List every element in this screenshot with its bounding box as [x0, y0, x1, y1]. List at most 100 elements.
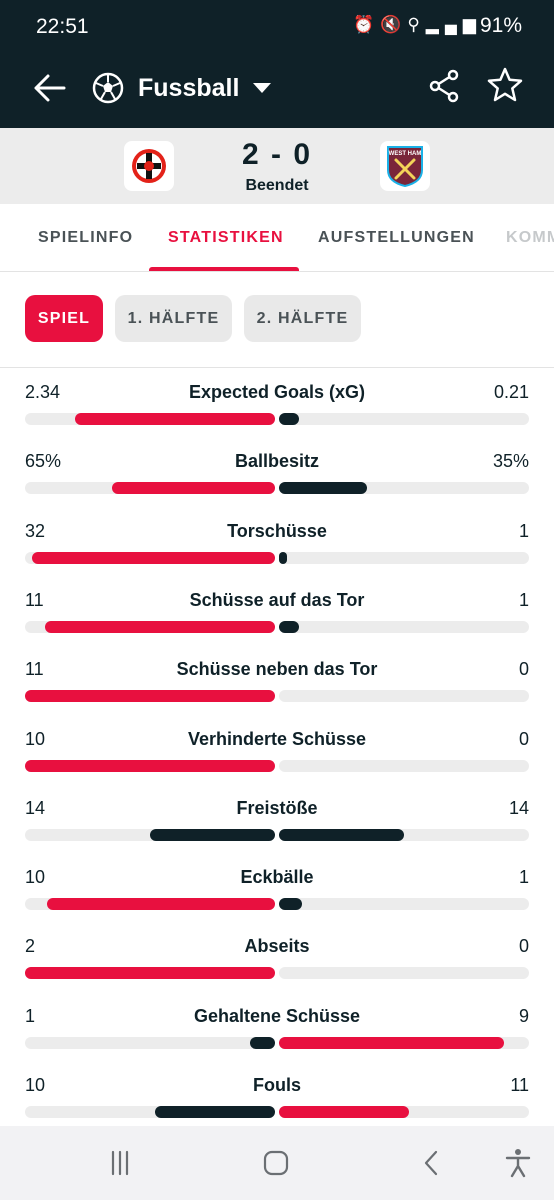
- stat-away-value: 35%: [492, 451, 529, 471]
- stat-away-value: 14: [508, 798, 529, 818]
- away-team-crest[interactable]: WEST HAM: [380, 141, 430, 191]
- stat-away-bar: [279, 1037, 504, 1049]
- stat-row: 65% Ballbesitz 35%: [0, 437, 554, 506]
- stat-away-bar: [279, 621, 299, 633]
- stat-home-track: [25, 760, 275, 772]
- stat-away-track: [279, 760, 529, 772]
- stat-home-bar: [45, 621, 275, 633]
- stat-away-bar: [279, 413, 299, 425]
- home-icon: [263, 1150, 289, 1176]
- stat-away-track: [279, 1037, 529, 1049]
- stat-away-track: [279, 482, 529, 494]
- status-bar: 22:51 ⏰🔇⚲▂▄▆ 91%: [0, 0, 554, 56]
- stat-away-value: 1: [518, 867, 529, 887]
- back-arrow-icon: [34, 74, 66, 102]
- stat-home-track: [25, 690, 275, 702]
- tab-bar: SPIELINFO STATISTIKEN AUFSTELLUNGEN KOMM: [0, 204, 554, 272]
- sport-selector[interactable]: Fussball: [92, 66, 272, 110]
- stat-away-bar: [279, 1106, 409, 1118]
- system-back-button[interactable]: [412, 1143, 452, 1183]
- stat-row: 32 Torschüsse 1: [0, 507, 554, 576]
- stat-row: 10 Eckbälle 1: [0, 853, 554, 922]
- stat-home-track: [25, 1037, 275, 1049]
- stat-row: 11 Schüsse neben das Tor 0: [0, 645, 554, 714]
- tab-kommentar[interactable]: KOMM: [506, 229, 554, 247]
- stat-home-bar: [75, 413, 275, 425]
- stat-home-bar: [112, 482, 275, 494]
- stat-away-track: [279, 690, 529, 702]
- stat-home-track: [25, 1106, 275, 1118]
- stat-row: 10 Verhinderte Schüsse 0: [0, 715, 554, 784]
- stat-home-track: [25, 482, 275, 494]
- recent-apps-button[interactable]: [100, 1143, 140, 1183]
- stat-away-bar: [279, 898, 302, 910]
- favorite-button[interactable]: [486, 66, 524, 104]
- stat-home-track: [25, 552, 275, 564]
- stat-home-bar: [25, 690, 275, 702]
- signal-icon: ▂▄▆: [425, 15, 482, 34]
- stat-away-bar: [279, 482, 367, 494]
- stat-home-bar: [25, 967, 275, 979]
- stat-home-bar: [25, 760, 275, 772]
- stat-home-track: [25, 413, 275, 425]
- mute-icon: 🔇: [380, 15, 408, 34]
- stat-label: Freistöße: [236, 798, 318, 818]
- stat-label: Eckbälle: [240, 867, 314, 887]
- stat-home-track: [25, 621, 275, 633]
- stat-away-bar: [279, 829, 404, 841]
- tab-aufstellungen[interactable]: AUFSTELLUNGEN: [318, 229, 475, 247]
- back-icon: [424, 1150, 438, 1176]
- stat-home-bar: [250, 1037, 275, 1049]
- stat-away-value: 0.21: [493, 382, 529, 402]
- stat-away-track: [279, 829, 529, 841]
- stat-row: 1 Gehaltene Schüsse 9: [0, 992, 554, 1061]
- back-button[interactable]: [30, 68, 70, 108]
- accessibility-button[interactable]: [498, 1143, 538, 1183]
- status-time: 22:51: [36, 15, 89, 38]
- stat-label: Ballbesitz: [234, 451, 320, 471]
- stat-label: Torschüsse: [227, 521, 327, 541]
- west-ham-crest-icon: WEST HAM: [387, 146, 423, 188]
- stat-home-track: [25, 898, 275, 910]
- stat-row: 11 Schüsse auf das Tor 1: [0, 576, 554, 645]
- stat-away-track: [279, 621, 529, 633]
- share-button[interactable]: [426, 68, 462, 104]
- stat-label: Abseits: [244, 936, 310, 956]
- football-icon: [92, 72, 124, 104]
- battery-level: 91%: [479, 14, 522, 37]
- stat-label: Fouls: [253, 1075, 301, 1095]
- chip-zweite-haelfte[interactable]: 2. HÄLFTE: [244, 295, 361, 342]
- stat-away-value: 0: [518, 936, 529, 956]
- share-icon: [429, 69, 459, 103]
- stat-home-track: [25, 829, 275, 841]
- match-score: 2 - 0: [241, 138, 313, 171]
- alarm-icon: ⏰: [353, 15, 381, 34]
- stat-home-track: [25, 967, 275, 979]
- match-header: 2 - 0 Beendet WEST HAM: [0, 128, 554, 204]
- status-icons: ⏰🔇⚲▂▄▆: [353, 15, 482, 35]
- period-filter: SPIEL 1. HÄLFTE 2. HÄLFTE: [0, 272, 554, 368]
- stat-away-value: 1: [518, 521, 529, 541]
- match-status: Beendet: [245, 177, 309, 194]
- star-icon: [487, 67, 523, 102]
- home-button[interactable]: [256, 1143, 296, 1183]
- stat-row: 10 Fouls 11: [0, 1061, 554, 1130]
- chip-spiel[interactable]: SPIEL: [25, 295, 103, 342]
- stat-label: Gehaltene Schüsse: [193, 1006, 361, 1026]
- recent-apps-icon: [111, 1150, 129, 1176]
- tab-spielinfo[interactable]: SPIELINFO: [38, 229, 133, 247]
- stat-home-bar: [150, 829, 275, 841]
- stat-home-bar: [155, 1106, 275, 1118]
- stat-label: Expected Goals (xG): [188, 382, 366, 402]
- stat-away-value: 0: [518, 659, 529, 679]
- stat-away-value: 11: [510, 1075, 529, 1095]
- stat-away-value: 1: [518, 590, 529, 610]
- stat-label: Schüsse neben das Tor: [176, 659, 378, 679]
- stat-away-track: [279, 898, 529, 910]
- tab-statistiken[interactable]: STATISTIKEN: [168, 229, 284, 247]
- system-nav-bar: [0, 1126, 554, 1200]
- chevron-down-icon: [253, 83, 272, 93]
- chip-erste-haelfte[interactable]: 1. HÄLFTE: [115, 295, 232, 342]
- stat-home-bar: [47, 898, 275, 910]
- stat-away-track: [279, 552, 529, 564]
